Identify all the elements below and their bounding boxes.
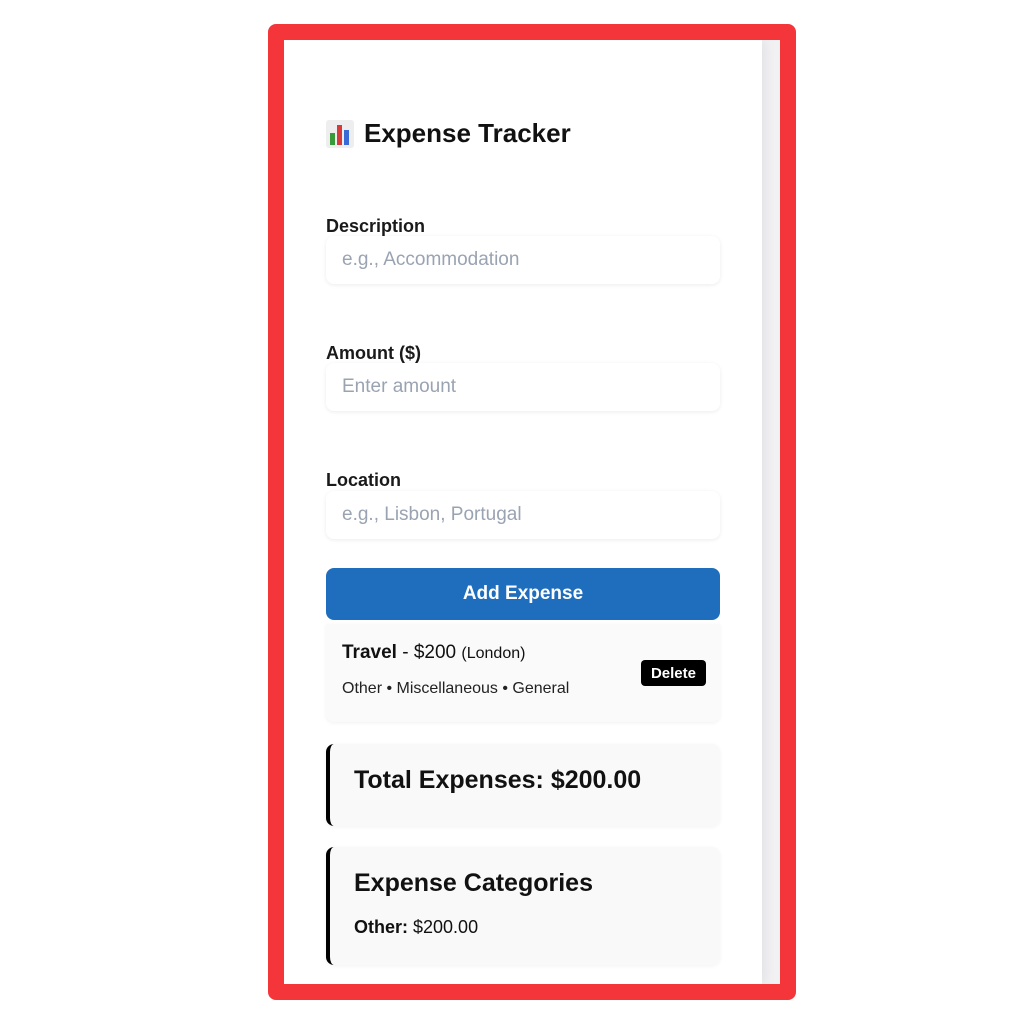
- expense-location: (London): [461, 645, 526, 662]
- page-title-text: Expense Tracker: [364, 118, 571, 148]
- expense-amount: $200: [413, 642, 457, 663]
- page-title: Expense Tracker: [326, 118, 571, 149]
- expense-tags: Other • Miscellaneous • General: [342, 680, 570, 697]
- description-input[interactable]: [326, 236, 720, 284]
- bar-chart-icon: [326, 119, 354, 148]
- expense-summary-line: Travel - $200 (London): [342, 642, 525, 664]
- amount-label: Amount ($): [326, 343, 421, 363]
- location-input[interactable]: [326, 491, 720, 539]
- expense-list-item: Travel - $200 (London) Other • Miscellan…: [326, 624, 720, 722]
- add-expense-button[interactable]: Add Expense: [326, 568, 720, 620]
- category-row: Other: $200.00: [354, 917, 478, 938]
- expense-separator: -: [396, 642, 414, 663]
- expense-categories-card: Expense Categories Other: $200.00: [326, 847, 720, 965]
- total-expenses-text: Total Expenses: $200.00: [354, 766, 642, 794]
- expense-name: Travel: [342, 642, 397, 663]
- expense-tracker-card: Expense Tracker Description Amount ($) L…: [284, 40, 762, 984]
- delete-expense-button[interactable]: Delete: [640, 660, 706, 686]
- highlight-frame: Expense Tracker Description Amount ($) L…: [268, 24, 796, 1000]
- category-amount: $200.00: [413, 917, 479, 937]
- location-label: Location: [326, 470, 401, 490]
- amount-input[interactable]: [326, 363, 720, 411]
- category-name: Other:: [354, 917, 408, 937]
- total-expenses-card: Total Expenses: $200.00: [326, 744, 720, 826]
- description-label: Description: [326, 216, 426, 236]
- expense-categories-title: Expense Categories: [354, 869, 593, 897]
